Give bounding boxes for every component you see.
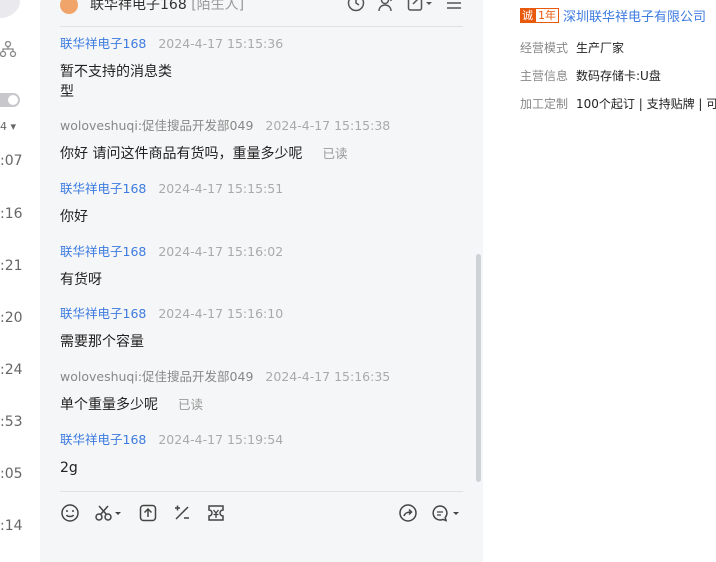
contact-title: 联华祥电子168 [陌生人] — [90, 0, 244, 14]
conversation-time: :53 — [0, 414, 23, 430]
toggle-switch[interactable] — [0, 93, 20, 107]
clock-icon[interactable] — [347, 0, 365, 12]
upload-icon[interactable] — [138, 503, 160, 525]
info-value: 生产厂家 — [576, 41, 625, 55]
message-item: 联华祥电子168 2024-4-17 15:16:02 有货呀 — [60, 241, 460, 290]
chat-panel: 联华祥电子168 [陌生人] 联华祥电子168 2024-4-17 15:15:3… — [40, 0, 483, 562]
percent-icon[interactable] — [172, 503, 194, 525]
chevron-down-icon[interactable]: 4 ▾ — [0, 120, 16, 133]
scrollbar[interactable] — [476, 254, 481, 482]
info-row-customization: 加工定制 100个起订 | 支持贴牌 | 可打 — [520, 95, 716, 112]
message-sender[interactable]: 联华祥电子168 — [60, 181, 146, 196]
message-text: 你好 — [60, 209, 88, 225]
conversation-time: :24 — [0, 362, 23, 378]
message-sender[interactable]: woloveshuqi:促佳搜品开发部049 — [60, 369, 253, 384]
conversation-time: :05 — [0, 466, 23, 482]
info-label: 加工定制 — [520, 97, 569, 111]
message-item: woloveshuqi:促佳搜品开发部049 2024-4-17 15:15:38… — [60, 115, 460, 164]
chat-header: 联华祥电子168 [陌生人] — [60, 0, 463, 27]
read-status: 已读 — [322, 146, 348, 161]
message-time: 2024-4-17 15:15:36 — [158, 36, 284, 51]
shop-info-panel: 诚 1年 深圳联华祥电子有限公司 经营模式 生产厂家 主营信息 数码存储卡:U盘 加… — [484, 0, 716, 562]
header-actions — [347, 0, 463, 12]
message-time: 2024-4-17 15:19:54 — [158, 432, 284, 447]
message-time: 2024-4-17 15:16:10 — [158, 306, 284, 321]
message-item: 联华祥电子168 2024-4-17 15:15:36 暂不支持的消息类 型 — [60, 33, 460, 102]
message-item: 联华祥电子168 2024-4-17 15:16:10 需要那个容量 — [60, 303, 460, 352]
quick-reply-icon[interactable] — [430, 503, 462, 525]
message-item: 联华祥电子168 2024-4-17 15:19:54 2g — [60, 429, 460, 478]
message-text: 2g — [60, 460, 78, 476]
message-sender[interactable]: woloveshuqi:促佳搜品开发部049 — [60, 118, 253, 133]
message-text: 你好 请问这件商品有货吗，重量多少呢 — [60, 146, 303, 162]
message-time: 2024-4-17 15:15:51 — [158, 181, 284, 196]
message-time: 2024-4-17 15:16:02 — [158, 244, 284, 259]
coupon-icon[interactable] — [206, 503, 228, 525]
integrity-badge: 诚 — [520, 8, 535, 23]
contact-name: 联华祥电子168 — [90, 0, 187, 13]
shop-badge: 诚 1年 — [520, 8, 559, 23]
emoji-icon[interactable] — [60, 503, 82, 525]
conversation-time: :07 — [0, 153, 23, 169]
conversation-time: :14 — [0, 518, 23, 534]
conversation-list: 4 ▾ :07 :16 :21 :20 :24 :53 :05 :14 — [0, 0, 41, 562]
conversation-time: :16 — [0, 206, 23, 222]
contact-avatar[interactable] — [60, 0, 78, 14]
read-status: 已读 — [178, 397, 204, 412]
conversation-time: :21 — [0, 258, 23, 274]
conversation-time: :20 — [0, 310, 23, 326]
input-toolbar — [60, 491, 463, 532]
info-row-main-products: 主营信息 数码存储卡:U盘 — [520, 67, 661, 84]
message-text: 需要那个容量 — [60, 334, 144, 350]
menu-icon[interactable] — [445, 0, 463, 12]
edit-dropdown-icon[interactable] — [407, 0, 433, 12]
info-label: 经营模式 — [520, 41, 569, 55]
message-time: 2024-4-17 15:16:35 — [265, 369, 391, 384]
message-time: 2024-4-17 15:15:38 — [265, 118, 391, 133]
info-label: 主营信息 — [520, 69, 569, 83]
years-badge: 1年 — [535, 8, 559, 23]
message-sender[interactable]: 联华祥电子168 — [60, 306, 146, 321]
message-sender[interactable]: 联华祥电子168 — [60, 432, 146, 447]
message-text: 有货呀 — [60, 272, 102, 288]
info-row-business-model: 经营模式 生产厂家 — [520, 39, 624, 56]
avatar[interactable] — [0, 0, 20, 18]
message-item: woloveshuqi:促佳搜品开发部049 2024-4-17 15:16:35… — [60, 366, 460, 415]
message-text: 单个重量多少呢 — [60, 397, 158, 413]
info-value: 100个起订 | 支持贴牌 | 可打 — [576, 97, 716, 111]
shop-name-link[interactable]: 深圳联华祥电子有限公司 — [563, 6, 706, 25]
forward-icon[interactable] — [398, 503, 420, 525]
info-value: 数码存储卡:U盘 — [576, 69, 661, 83]
stranger-tag: [陌生人] — [191, 0, 245, 13]
message-sender[interactable]: 联华祥电子168 — [60, 36, 146, 51]
message-text: 暂不支持的消息类 型 — [60, 64, 172, 100]
message-item: 联华祥电子168 2024-4-17 15:15:51 你好 — [60, 178, 460, 227]
scissors-icon[interactable] — [94, 503, 124, 525]
message-sender[interactable]: 联华祥电子168 — [60, 244, 146, 259]
add-contact-icon[interactable] — [377, 0, 395, 12]
org-chart-icon[interactable] — [0, 41, 18, 57]
